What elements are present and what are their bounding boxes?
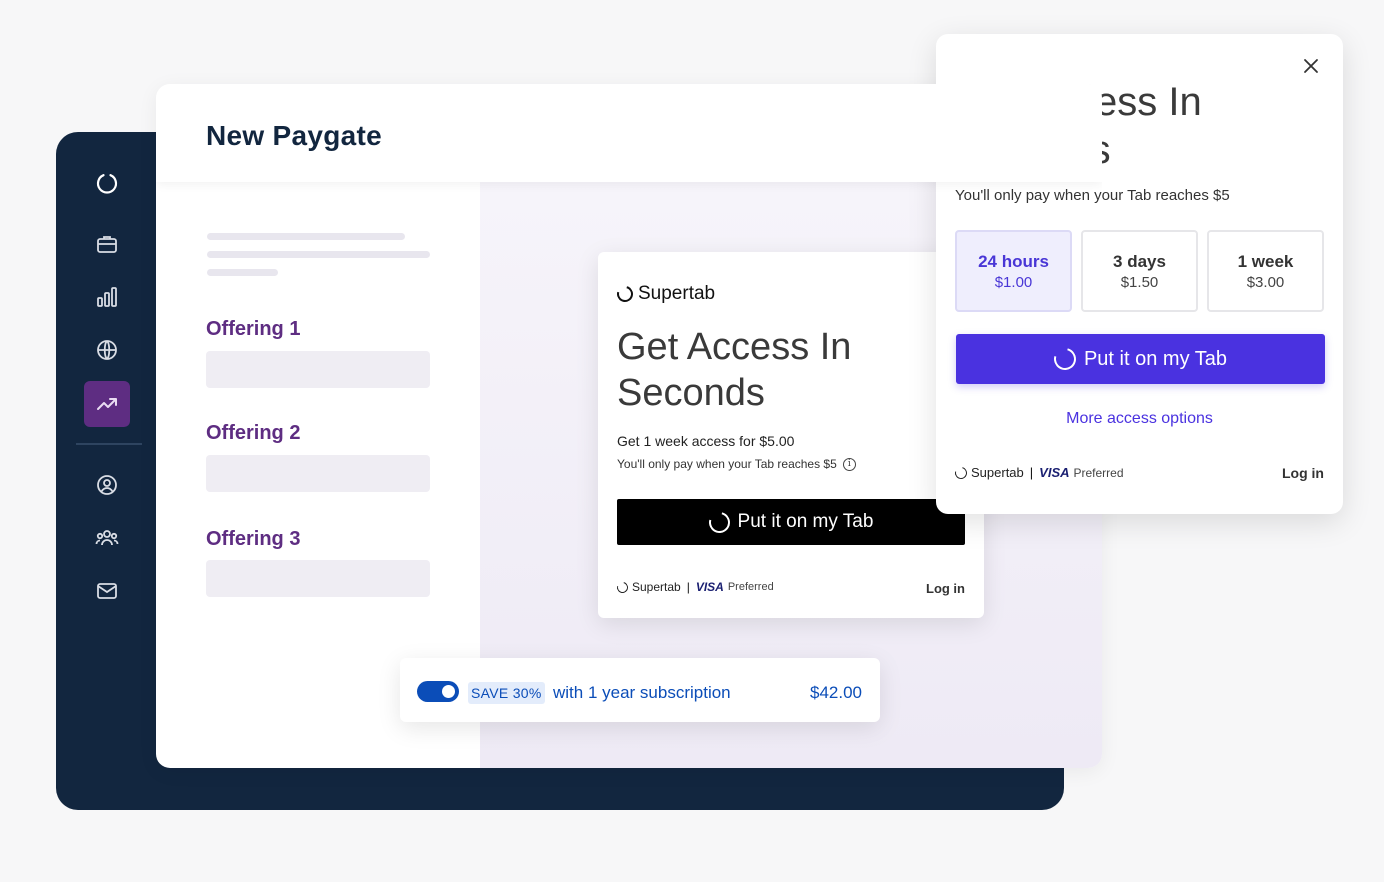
plan-price: $3.00 — [1246, 273, 1285, 291]
plan-price: $1.00 — [994, 273, 1033, 291]
footer-brand-name: Supertab — [632, 580, 681, 594]
offering-label: Offering 2 — [206, 422, 301, 444]
card-note-text: You'll only pay when your Tab reaches $5 — [617, 457, 837, 471]
card-headline: Get Access In Seconds — [617, 326, 852, 414]
button-label: Put it on my Tab — [1083, 347, 1228, 370]
briefcase-icon[interactable] — [84, 221, 130, 267]
visa-preferred: Preferred — [1073, 465, 1124, 480]
globe-icon[interactable] — [84, 327, 130, 373]
visa-preferred: Preferred — [727, 581, 774, 593]
offering-input[interactable] — [206, 455, 430, 492]
plan-option-1-week[interactable]: 1 week $3.00 — [1207, 230, 1324, 312]
footer-brand: Supertab | VISA Preferred — [614, 579, 774, 595]
more-access-options-link[interactable]: More access options — [936, 410, 1343, 428]
supertab-logo-icon — [1049, 343, 1080, 375]
offering-label: Offering 3 — [206, 528, 301, 550]
subscription-price: $42.00 — [810, 683, 862, 702]
paygate-preview-card: Supertab Get Access In Seconds Get 1 wee… — [598, 252, 984, 618]
visa-logo: VISA — [1039, 465, 1070, 480]
put-on-tab-button[interactable]: Put it on my Tab — [956, 334, 1325, 384]
page-title: New Paygate — [206, 120, 383, 151]
footer-brand-name: Supertab — [971, 465, 1024, 480]
plan-name: 24 hours — [978, 251, 1049, 271]
card-note: You'll only pay when your Tab reaches $5… — [617, 457, 856, 471]
supertab-logo-icon — [614, 579, 631, 595]
trending-up-icon[interactable] — [84, 381, 130, 427]
plan-option-24-hours[interactable]: 24 hours $1.00 — [955, 230, 1072, 312]
user-circle-icon[interactable] — [84, 462, 130, 508]
offering-input[interactable] — [206, 351, 430, 388]
toggle-knob — [442, 685, 455, 698]
login-link[interactable]: Log in — [926, 581, 965, 596]
supertab-logo-icon — [952, 464, 970, 481]
footer-separator: | — [686, 580, 690, 594]
subscription-bar: SAVE 30% with 1 year subscription $42.00 — [400, 658, 880, 722]
button-label: Put it on my Tab — [737, 511, 874, 532]
close-icon — [1304, 59, 1318, 73]
supertab-logo-icon — [614, 283, 636, 305]
save-badge: SAVE 30% — [468, 682, 545, 704]
offering-input[interactable] — [206, 560, 430, 597]
panel-header: New Paygate — [156, 84, 1102, 182]
card-description: Get 1 week access for $5.00 — [617, 433, 795, 449]
plan-option-3-days[interactable]: 3 days $1.50 — [1081, 230, 1198, 312]
mail-icon[interactable] — [84, 568, 130, 614]
footer-separator: | — [1029, 465, 1034, 480]
skeleton-line — [207, 251, 430, 258]
plan-name: 1 week — [1237, 251, 1294, 271]
footer-brand: Supertab | VISA Preferred — [952, 464, 1124, 481]
put-on-tab-button[interactable]: Put it on my Tab — [617, 499, 965, 545]
bar-chart-icon[interactable] — [84, 274, 130, 320]
info-icon[interactable]: i — [842, 457, 856, 471]
supertab-brand: Supertab — [614, 283, 716, 305]
subscription-toggle[interactable] — [417, 681, 459, 702]
modal-subtitle: You'll only pay when your Tab reaches $5 — [955, 187, 1230, 204]
supertab-logo-icon — [704, 507, 734, 537]
plan-options: 24 hours $1.00 3 days $1.50 1 week $3.00 — [955, 230, 1324, 312]
skeleton-line — [207, 233, 405, 240]
users-group-icon[interactable] — [84, 515, 130, 561]
sidebar-divider — [76, 443, 142, 445]
login-link[interactable]: Log in — [1282, 465, 1324, 481]
subscription-text: with 1 year subscription — [553, 683, 731, 702]
brand-name: Supertab — [638, 283, 716, 304]
plan-name: 3 days — [1113, 251, 1166, 271]
visa-logo: VISA — [695, 580, 724, 594]
offering-label: Offering 1 — [206, 318, 301, 340]
skeleton-line — [207, 269, 278, 276]
supertab-logo-icon[interactable] — [84, 160, 130, 206]
plan-price: $1.50 — [1120, 273, 1159, 291]
close-button[interactable] — [1299, 54, 1323, 78]
